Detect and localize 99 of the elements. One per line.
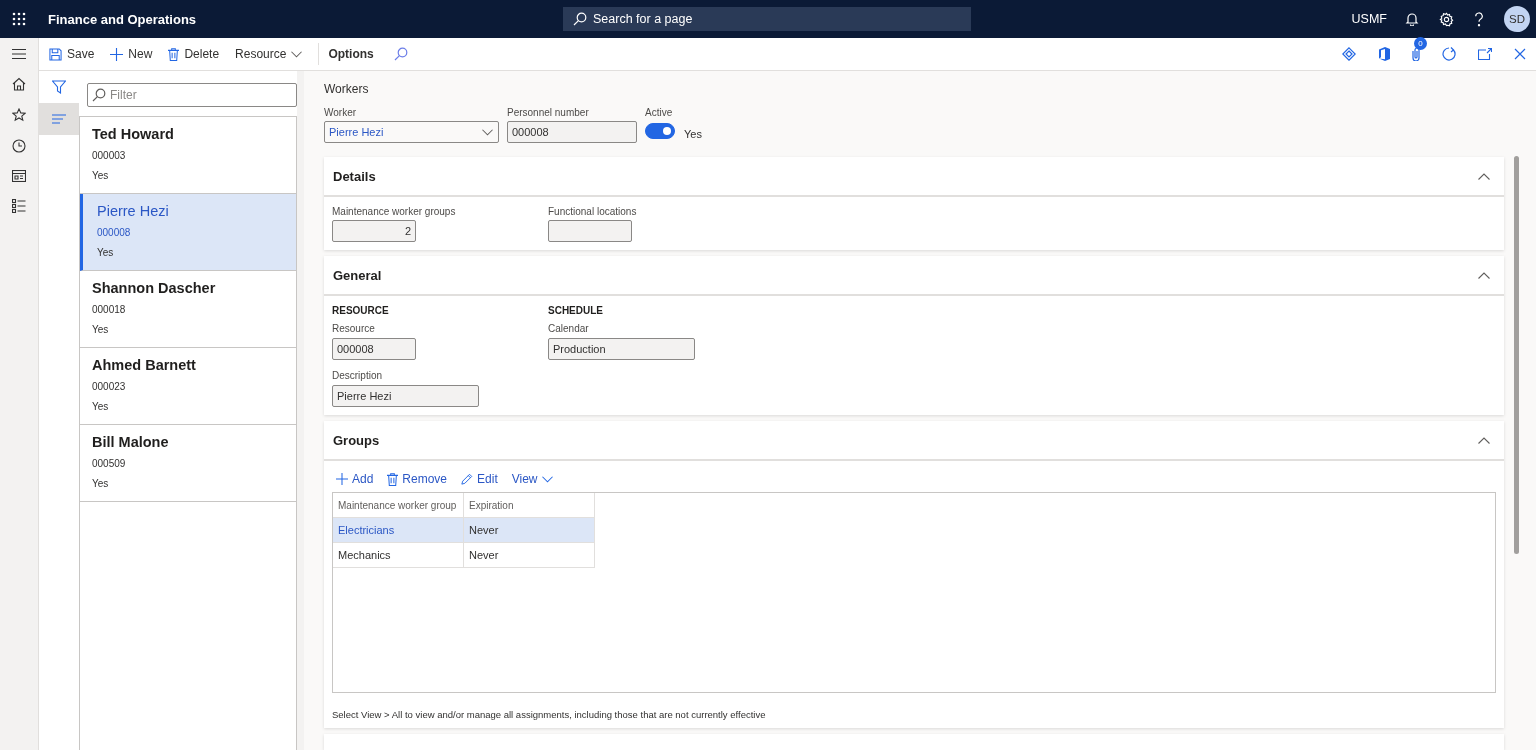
readonly-field[interactable]: Pierre Hezi (332, 385, 479, 407)
chevron-up-icon (1478, 271, 1490, 279)
chevron-down-icon (291, 50, 303, 58)
plus-icon (110, 47, 124, 61)
filter-field[interactable]: Filter (87, 83, 297, 107)
help-icon[interactable] (1474, 11, 1484, 27)
chevron-up-icon (1478, 172, 1490, 180)
app-title: Finance and Operations (48, 11, 197, 27)
group-heading: SCHEDULE (548, 305, 604, 316)
field-label: Maintenance worker groups (332, 206, 457, 217)
grid-row[interactable]: Electricians Never (333, 517, 595, 543)
save-button[interactable]: Save (49, 42, 95, 66)
home-icon[interactable] (12, 77, 26, 91)
field-label: Worker (324, 107, 358, 118)
active-status: Yes (92, 478, 110, 489)
field-label: Calendar (548, 323, 590, 334)
worker-name: Shannon Dascher (92, 280, 217, 296)
open-in-new-window-icon[interactable] (1478, 48, 1492, 60)
grid-row[interactable]: Mechanics Never (333, 542, 595, 568)
worker-name: Pierre Hezi (97, 203, 170, 219)
column-header[interactable]: Maintenance worker group (333, 493, 464, 518)
user-avatar[interactable]: SD (1504, 6, 1530, 32)
active-status: Yes (92, 324, 110, 335)
personnel-number: 000008 (97, 227, 132, 238)
refresh-icon[interactable] (1442, 47, 1456, 61)
personnel-number: 000018 (92, 304, 127, 315)
scrollbar[interactable] (1513, 156, 1519, 554)
delete-button[interactable]: Delete (168, 42, 220, 66)
search-field[interactable]: Search for a page (563, 7, 971, 31)
resource-menu[interactable]: Resource (235, 42, 303, 66)
personnel-number: 000023 (92, 381, 127, 392)
clock-icon[interactable] (12, 139, 26, 153)
toggle-switch[interactable] (645, 123, 675, 139)
personnel-number: 000003 (92, 150, 127, 161)
plus-icon (336, 473, 348, 485)
app-launcher-icon[interactable] (12, 12, 26, 26)
fasttab-header[interactable]: Groups (324, 421, 1504, 461)
toggle-value: Yes (684, 128, 702, 140)
field-label: Functional locations (548, 206, 638, 217)
options-tab[interactable]: Options (328, 42, 374, 66)
paperclip-icon[interactable] (1412, 47, 1420, 61)
settings-icon[interactable] (1439, 11, 1454, 27)
list-item[interactable]: Bill Malone 000509 Yes (80, 425, 296, 502)
menu-icon[interactable] (12, 48, 26, 60)
table-cell: Never (463, 517, 595, 543)
table-cell: Mechanics (333, 542, 464, 568)
fasttab-header[interactable]: General (324, 256, 1504, 296)
search-icon[interactable] (393, 47, 408, 61)
pencil-icon (461, 473, 474, 485)
diamond-icon[interactable] (1342, 47, 1356, 61)
worker-name: Ted Howard (92, 126, 175, 142)
active-status: Yes (92, 170, 110, 181)
list-item[interactable]: Shannon Dascher 000018 Yes (80, 271, 296, 348)
list-item[interactable]: Ahmed Barnett 000023 Yes (80, 348, 296, 425)
field-label: Active (645, 107, 674, 118)
trash-icon (168, 47, 180, 61)
delete-button[interactable]: Remove (387, 472, 448, 486)
search-icon (92, 88, 106, 102)
worker-name: Ahmed Barnett (92, 357, 197, 373)
office-icon[interactable] (1378, 47, 1390, 61)
page-caption: Workers (324, 82, 370, 96)
worker-dropdown[interactable]: Pierre Hezi (324, 121, 499, 143)
add-button[interactable]: Add (336, 472, 374, 486)
chevron-up-icon (1478, 436, 1490, 444)
star-icon[interactable] (12, 108, 26, 122)
bell-icon[interactable] (1405, 12, 1419, 26)
readonly-field[interactable] (548, 220, 632, 242)
field-label: Description (332, 370, 384, 381)
field-label: Personnel number (507, 107, 590, 118)
table-cell: Never (463, 542, 595, 568)
chevron-down-icon (482, 128, 493, 136)
help-text: Select View > All to view and/or manage all assignments, including those that are not currently effective (332, 709, 767, 720)
close-icon[interactable] (1514, 48, 1526, 60)
floppy-disk-icon (49, 47, 62, 61)
view-menu[interactable]: View (511, 472, 553, 486)
personnel-number: 000509 (92, 458, 127, 469)
company-selector[interactable]: USMF (1351, 12, 1387, 26)
lines-icon (52, 114, 66, 124)
personnel-number-field[interactable]: 000008 (507, 121, 637, 143)
list-icon[interactable] (12, 199, 26, 213)
active-status: Yes (97, 247, 115, 258)
list-item[interactable]: Pierre Hezi 000008 Yes (80, 194, 296, 271)
worker-name: Bill Malone (92, 434, 170, 450)
chevron-down-icon (541, 475, 553, 483)
readonly-field[interactable]: Production (548, 338, 695, 360)
field-label: Resource (332, 323, 376, 334)
edit-button[interactable]: Edit (461, 472, 498, 486)
trash-icon (387, 472, 399, 486)
filter-icon[interactable] (52, 80, 66, 94)
fasttab-header[interactable]: Details (324, 157, 1504, 197)
new-button[interactable]: New (110, 42, 153, 66)
table-cell: Electricians (333, 517, 464, 543)
workspace-icon[interactable] (12, 170, 26, 182)
column-header[interactable]: Expiration (463, 493, 595, 518)
readonly-field[interactable]: 000008 (332, 338, 416, 360)
search-icon (573, 12, 587, 26)
readonly-field[interactable]: 2 (332, 220, 416, 242)
group-heading: RESOURCE (332, 305, 390, 316)
active-status: Yes (92, 401, 110, 412)
